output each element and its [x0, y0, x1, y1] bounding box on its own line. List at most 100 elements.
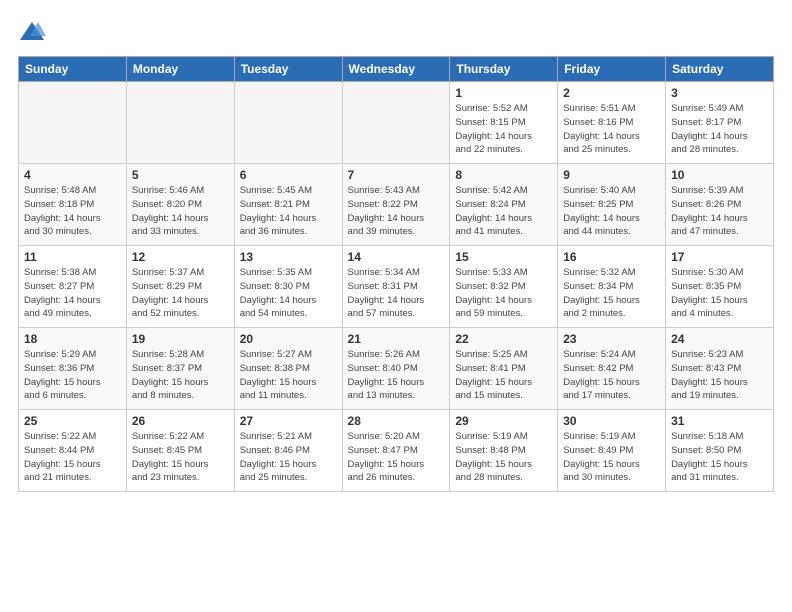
day-number: 17: [671, 250, 768, 264]
day-info: Sunrise: 5:40 AM Sunset: 8:25 PM Dayligh…: [563, 184, 660, 239]
day-number: 23: [563, 332, 660, 346]
day-info: Sunrise: 5:35 AM Sunset: 8:30 PM Dayligh…: [240, 266, 337, 321]
day-number: 31: [671, 414, 768, 428]
day-info: Sunrise: 5:22 AM Sunset: 8:45 PM Dayligh…: [132, 430, 229, 485]
day-number: 8: [455, 168, 552, 182]
day-info: Sunrise: 5:38 AM Sunset: 8:27 PM Dayligh…: [24, 266, 121, 321]
calendar-cell: 24 Sunrise: 5:23 AM Sunset: 8:43 PM Dayli…: [666, 328, 774, 410]
day-number: 13: [240, 250, 337, 264]
weekday-header-monday: Monday: [126, 57, 234, 82]
day-info: Sunrise: 5:19 AM Sunset: 8:48 PM Dayligh…: [455, 430, 552, 485]
calendar-cell: 28 Sunrise: 5:20 AM Sunset: 8:47 PM Dayli…: [342, 410, 450, 492]
calendar-cell: [19, 82, 127, 164]
weekday-header-friday: Friday: [558, 57, 666, 82]
calendar-cell: 10 Sunrise: 5:39 AM Sunset: 8:26 PM Dayli…: [666, 164, 774, 246]
day-number: 10: [671, 168, 768, 182]
day-info: Sunrise: 5:26 AM Sunset: 8:40 PM Dayligh…: [348, 348, 445, 403]
calendar-cell: 25Sunrise: 5:22 AM Sunset: 8:44 PM Dayli…: [19, 410, 127, 492]
calendar-cell: 13 Sunrise: 5:35 AM Sunset: 8:30 PM Dayli…: [234, 246, 342, 328]
day-info: Sunrise: 5:30 AM Sunset: 8:35 PM Dayligh…: [671, 266, 768, 321]
calendar-cell: 27 Sunrise: 5:21 AM Sunset: 8:46 PM Dayli…: [234, 410, 342, 492]
day-info: Sunrise: 5:49 AM Sunset: 8:17 PM Dayligh…: [671, 102, 768, 157]
day-number: 28: [348, 414, 445, 428]
calendar-week-2: 4 Sunrise: 5:48 AM Sunset: 8:18 PM Daylig…: [19, 164, 774, 246]
calendar-cell: 30Sunrise: 5:19 AM Sunset: 8:49 PM Dayli…: [558, 410, 666, 492]
day-number: 12: [132, 250, 229, 264]
calendar-cell: 22Sunrise: 5:25 AM Sunset: 8:41 PM Dayli…: [450, 328, 558, 410]
day-number: 16: [563, 250, 660, 264]
page: SundayMondayTuesdayWednesdayThursdayFrid…: [0, 0, 792, 612]
day-info: Sunrise: 5:43 AM Sunset: 8:22 PM Dayligh…: [348, 184, 445, 239]
calendar-table: SundayMondayTuesdayWednesdayThursdayFrid…: [18, 56, 774, 492]
calendar-cell: [342, 82, 450, 164]
calendar-cell: 1 Sunrise: 5:52 AM Sunset: 8:15 PM Daylig…: [450, 82, 558, 164]
day-number: 27: [240, 414, 337, 428]
calendar-cell: 19 Sunrise: 5:28 AM Sunset: 8:37 PM Dayli…: [126, 328, 234, 410]
day-info: Sunrise: 5:23 AM Sunset: 8:43 PM Dayligh…: [671, 348, 768, 403]
day-info: Sunrise: 5:27 AM Sunset: 8:38 PM Dayligh…: [240, 348, 337, 403]
day-info: Sunrise: 5:18 AM Sunset: 8:50 PM Dayligh…: [671, 430, 768, 485]
calendar-cell: 6 Sunrise: 5:45 AM Sunset: 8:21 PM Daylig…: [234, 164, 342, 246]
day-info: Sunrise: 5:42 AM Sunset: 8:24 PM Dayligh…: [455, 184, 552, 239]
day-number: 25: [24, 414, 121, 428]
day-info: Sunrise: 5:37 AM Sunset: 8:29 PM Dayligh…: [132, 266, 229, 321]
weekday-header-wednesday: Wednesday: [342, 57, 450, 82]
calendar-cell: 23 Sunrise: 5:24 AM Sunset: 8:42 PM Dayli…: [558, 328, 666, 410]
day-number: 6: [240, 168, 337, 182]
day-number: 30: [563, 414, 660, 428]
day-number: 24: [671, 332, 768, 346]
calendar-week-3: 11 Sunrise: 5:38 AM Sunset: 8:27 PM Dayli…: [19, 246, 774, 328]
header: [18, 18, 774, 46]
calendar-cell: 4 Sunrise: 5:48 AM Sunset: 8:18 PM Daylig…: [19, 164, 127, 246]
calendar-cell: 14 Sunrise: 5:34 AM Sunset: 8:31 PM Dayli…: [342, 246, 450, 328]
day-info: Sunrise: 5:48 AM Sunset: 8:18 PM Dayligh…: [24, 184, 121, 239]
calendar-cell: 11 Sunrise: 5:38 AM Sunset: 8:27 PM Dayli…: [19, 246, 127, 328]
calendar-week-5: 25Sunrise: 5:22 AM Sunset: 8:44 PM Dayli…: [19, 410, 774, 492]
day-number: 20: [240, 332, 337, 346]
calendar-cell: 2Sunrise: 5:51 AM Sunset: 8:16 PM Daylig…: [558, 82, 666, 164]
day-info: Sunrise: 5:24 AM Sunset: 8:42 PM Dayligh…: [563, 348, 660, 403]
calendar-cell: 12 Sunrise: 5:37 AM Sunset: 8:29 PM Dayli…: [126, 246, 234, 328]
day-number: 11: [24, 250, 121, 264]
calendar-week-1: 1 Sunrise: 5:52 AM Sunset: 8:15 PM Daylig…: [19, 82, 774, 164]
day-info: Sunrise: 5:51 AM Sunset: 8:16 PM Dayligh…: [563, 102, 660, 157]
day-number: 1: [455, 86, 552, 100]
calendar-cell: 20 Sunrise: 5:27 AM Sunset: 8:38 PM Dayli…: [234, 328, 342, 410]
day-number: 7: [348, 168, 445, 182]
day-number: 21: [348, 332, 445, 346]
logo: [18, 18, 50, 46]
calendar-cell: [234, 82, 342, 164]
calendar-cell: 8 Sunrise: 5:42 AM Sunset: 8:24 PM Daylig…: [450, 164, 558, 246]
day-info: Sunrise: 5:33 AM Sunset: 8:32 PM Dayligh…: [455, 266, 552, 321]
day-number: 3: [671, 86, 768, 100]
day-number: 14: [348, 250, 445, 264]
day-number: 4: [24, 168, 121, 182]
calendar-cell: [126, 82, 234, 164]
day-info: Sunrise: 5:32 AM Sunset: 8:34 PM Dayligh…: [563, 266, 660, 321]
calendar-cell: 31 Sunrise: 5:18 AM Sunset: 8:50 PM Dayli…: [666, 410, 774, 492]
calendar-cell: 5Sunrise: 5:46 AM Sunset: 8:20 PM Daylig…: [126, 164, 234, 246]
day-info: Sunrise: 5:29 AM Sunset: 8:36 PM Dayligh…: [24, 348, 121, 403]
day-number: 29: [455, 414, 552, 428]
day-info: Sunrise: 5:39 AM Sunset: 8:26 PM Dayligh…: [671, 184, 768, 239]
day-number: 26: [132, 414, 229, 428]
calendar-cell: 17 Sunrise: 5:30 AM Sunset: 8:35 PM Dayli…: [666, 246, 774, 328]
weekday-header-row: SundayMondayTuesdayWednesdayThursdayFrid…: [19, 57, 774, 82]
day-info: Sunrise: 5:28 AM Sunset: 8:37 PM Dayligh…: [132, 348, 229, 403]
day-info: Sunrise: 5:25 AM Sunset: 8:41 PM Dayligh…: [455, 348, 552, 403]
calendar-cell: 26 Sunrise: 5:22 AM Sunset: 8:45 PM Dayli…: [126, 410, 234, 492]
calendar-cell: 3 Sunrise: 5:49 AM Sunset: 8:17 PM Daylig…: [666, 82, 774, 164]
weekday-header-thursday: Thursday: [450, 57, 558, 82]
day-number: 19: [132, 332, 229, 346]
weekday-header-tuesday: Tuesday: [234, 57, 342, 82]
day-number: 15: [455, 250, 552, 264]
day-info: Sunrise: 5:21 AM Sunset: 8:46 PM Dayligh…: [240, 430, 337, 485]
logo-icon: [18, 18, 46, 46]
weekday-header-sunday: Sunday: [19, 57, 127, 82]
day-info: Sunrise: 5:45 AM Sunset: 8:21 PM Dayligh…: [240, 184, 337, 239]
weekday-header-saturday: Saturday: [666, 57, 774, 82]
day-info: Sunrise: 5:34 AM Sunset: 8:31 PM Dayligh…: [348, 266, 445, 321]
calendar-cell: 18Sunrise: 5:29 AM Sunset: 8:36 PM Dayli…: [19, 328, 127, 410]
day-info: Sunrise: 5:52 AM Sunset: 8:15 PM Dayligh…: [455, 102, 552, 157]
day-info: Sunrise: 5:20 AM Sunset: 8:47 PM Dayligh…: [348, 430, 445, 485]
